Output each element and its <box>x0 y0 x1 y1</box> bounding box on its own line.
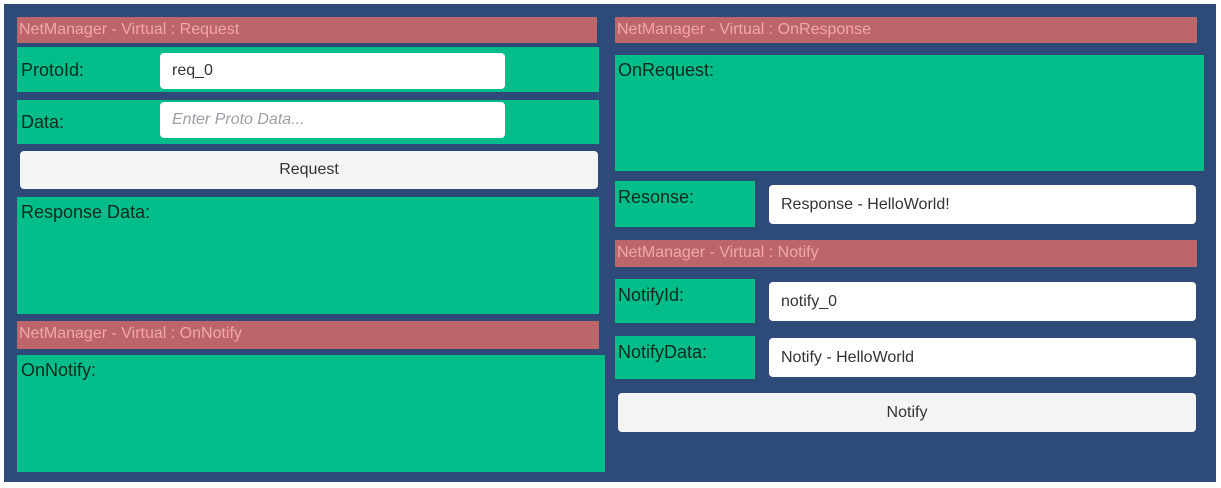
onnotify-panel <box>17 355 605 472</box>
data-label: Data: <box>21 112 65 132</box>
data-input[interactable]: Enter Proto Data... <box>160 102 505 138</box>
onnotify-label: OnNotify: <box>21 360 97 380</box>
notifydata-label: NotifyData: <box>618 342 708 362</box>
onrequest-label: OnRequest: <box>618 60 715 80</box>
protoid-label: ProtoId: <box>21 60 85 80</box>
request-header: NetManager - Virtual : Request <box>17 17 597 43</box>
response-label: Resonse: <box>618 187 695 207</box>
notifyid-label: NotifyId: <box>618 285 685 305</box>
notify-header: NetManager - Virtual : Notify <box>615 240 1197 267</box>
onresponse-header: NetManager - Virtual : OnResponse <box>615 17 1197 43</box>
notifydata-input[interactable]: Notify - HelloWorld <box>769 338 1196 377</box>
onnotify-header: NetManager - Virtual : OnNotify <box>17 321 599 349</box>
notify-button[interactable]: Notify <box>618 393 1196 432</box>
request-button[interactable]: Request <box>20 151 598 189</box>
response-data-label: Response Data: <box>21 202 151 222</box>
protoid-input[interactable]: req_0 <box>160 53 505 89</box>
response-input[interactable]: Response - HelloWorld! <box>769 185 1196 224</box>
notifyid-input[interactable]: notify_0 <box>769 282 1196 321</box>
